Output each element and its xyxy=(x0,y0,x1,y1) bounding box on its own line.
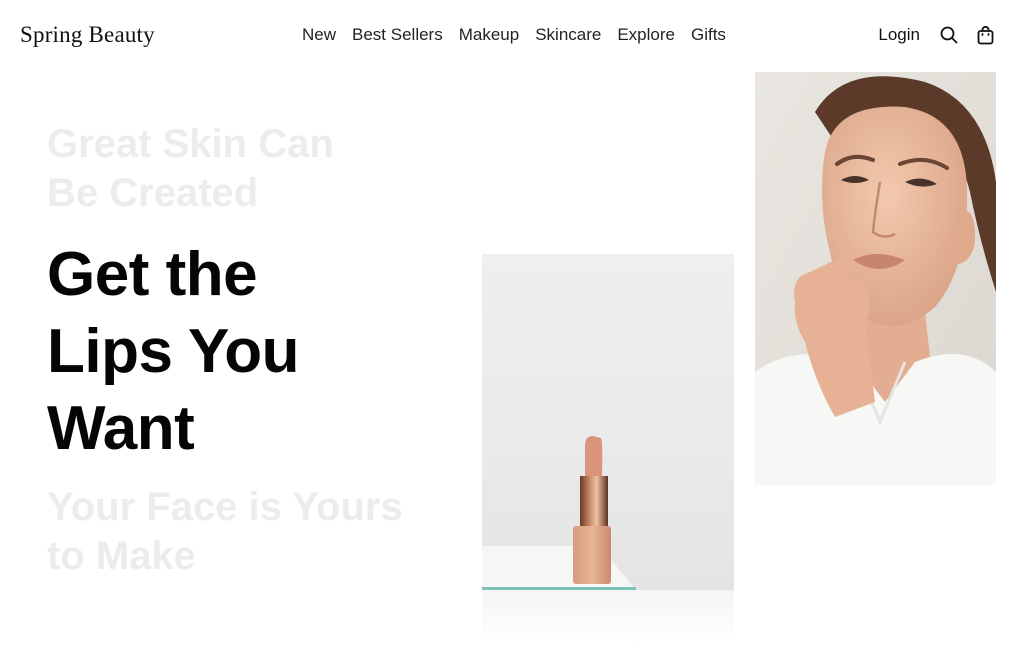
nav-item-best-sellers[interactable]: Best Sellers xyxy=(352,25,443,45)
faded-headline-bottom-line1: Your Face is Yours xyxy=(47,485,403,529)
login-link[interactable]: Login xyxy=(878,25,920,45)
faded-headline-top: Great Skin Can Be Created xyxy=(47,120,387,218)
faded-headline-bottom: Your Face is Yours to Make xyxy=(47,483,437,581)
nav-item-skincare[interactable]: Skincare xyxy=(535,25,601,45)
landing-page: Spring Beauty New Best Sellers Makeup Sk… xyxy=(0,0,1024,666)
nav-item-explore[interactable]: Explore xyxy=(617,25,675,45)
lipstick-product-image xyxy=(482,254,734,644)
faded-headline-top-line1: Great Skin Can xyxy=(47,122,334,166)
shopping-bag-icon[interactable] xyxy=(974,24,996,46)
brand-logo[interactable]: Spring Beauty xyxy=(20,22,155,48)
search-icon[interactable] xyxy=(938,24,960,46)
nav-item-new[interactable]: New xyxy=(302,25,336,45)
faded-headline-top-line2: Be Created xyxy=(47,171,259,215)
nav-item-gifts[interactable]: Gifts xyxy=(691,25,726,45)
woman-portrait-image xyxy=(755,72,996,485)
hero-title-line1: Get the xyxy=(47,240,258,309)
main-nav: New Best Sellers Makeup Skincare Explore… xyxy=(302,25,726,45)
nav-item-makeup[interactable]: Makeup xyxy=(459,25,519,45)
hero-title-line2: Lips You xyxy=(47,317,300,386)
hero-title: Get the Lips You Want xyxy=(47,236,407,467)
hero-title-line3: Want xyxy=(47,394,195,463)
header-actions: Login xyxy=(878,24,996,46)
faded-headline-bottom-line2: to Make xyxy=(47,534,196,578)
